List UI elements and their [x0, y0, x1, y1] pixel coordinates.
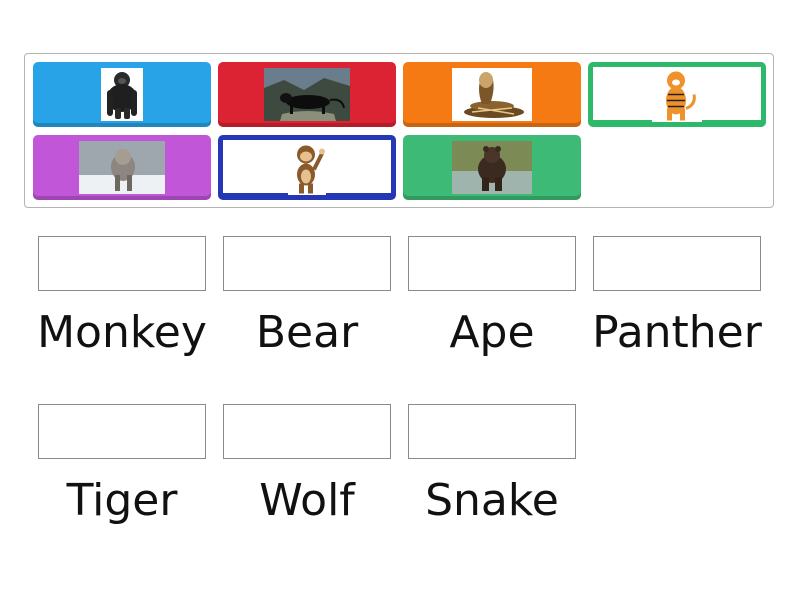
label-panther: Panther [592, 307, 762, 358]
tile-bear[interactable] [403, 135, 581, 200]
wolf-image [79, 141, 165, 194]
tile-wolf[interactable] [33, 135, 211, 200]
label-snake: Snake [425, 475, 559, 526]
tiger-image [652, 68, 702, 122]
label-tiger: Tiger [66, 475, 178, 526]
drop-slot-snake[interactable] [408, 404, 576, 459]
label-monkey: Monkey [37, 307, 207, 358]
panther-image [264, 68, 350, 121]
cobra-image [452, 68, 532, 121]
drop-slot-tiger[interactable] [38, 404, 206, 459]
drop-slot-ape[interactable] [408, 236, 576, 291]
label-bear: Bear [255, 307, 359, 358]
tile-panther[interactable] [218, 62, 396, 127]
drop-slot-bear[interactable] [223, 236, 391, 291]
bear-image [452, 141, 532, 194]
label-wolf: Wolf [259, 475, 355, 526]
tile-tiger[interactable] [588, 62, 766, 127]
drop-slot-monkey[interactable] [38, 236, 206, 291]
tile-cobra[interactable] [403, 62, 581, 127]
drop-slot-panther[interactable] [593, 236, 761, 291]
tile-gorilla[interactable] [33, 62, 211, 127]
label-ape: Ape [449, 307, 535, 358]
drop-slot-wolf[interactable] [223, 404, 391, 459]
monkey-image [288, 141, 326, 195]
gorilla-image [101, 68, 143, 121]
tile-monkey[interactable] [218, 135, 396, 200]
image-tray [24, 53, 774, 208]
